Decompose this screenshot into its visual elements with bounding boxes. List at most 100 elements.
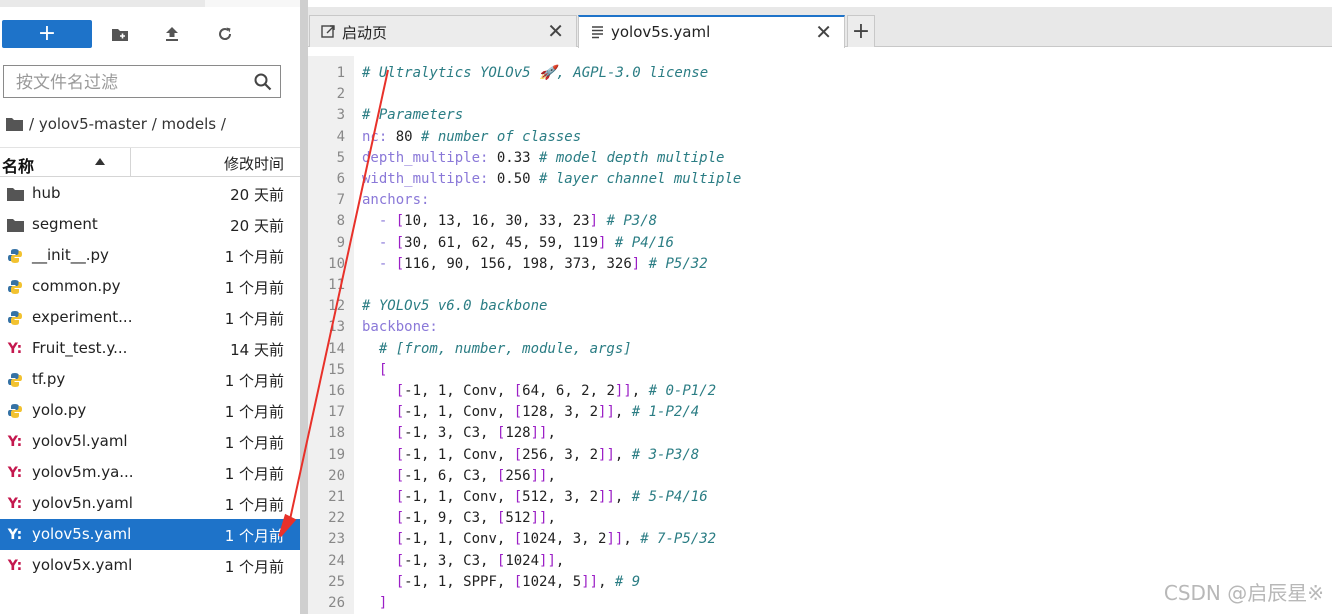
- file-row-yolo-py[interactable]: yolo.py 1 个月前: [0, 395, 300, 426]
- new-folder-button[interactable]: [106, 20, 134, 48]
- file-row-yolov5n-yaml[interactable]: Y: yolov5n.yaml 1 个月前: [0, 488, 300, 519]
- file-name: __init__.py: [32, 246, 109, 264]
- code-line[interactable]: 4 nc: 80 # number of classes: [308, 127, 1332, 148]
- code-line[interactable]: 9 - [30, 61, 62, 45, 59, 119] # P4/16: [308, 233, 1332, 254]
- code-text: [-1, 1, SPPF, [1024, 5]], # 9: [395, 573, 641, 590]
- code-line[interactable]: 6 width_multiple: 0.50 # layer channel mu…: [308, 169, 1332, 190]
- add-tab-button[interactable]: +: [847, 15, 875, 47]
- code-line[interactable]: 24 [-1, 3, C3, [1024]],: [308, 551, 1332, 572]
- file-filter-box: [3, 65, 281, 98]
- line-number: 12: [328, 298, 345, 315]
- code-line[interactable]: 14 # [from, number, module, args]: [308, 339, 1332, 360]
- code-text: [-1, 3, C3, [128]],: [395, 425, 556, 442]
- code-text: [-1, 1, Conv, [128, 3, 2]], # 1-P2/4: [395, 404, 700, 421]
- file-row-hub[interactable]: hub 20 天前: [0, 178, 300, 209]
- code-text: [-1, 1, Conv, [512, 3, 2]], # 5-P4/16: [395, 489, 708, 505]
- code-line[interactable]: 3 # Parameters: [308, 105, 1332, 126]
- code-line[interactable]: 18 [-1, 3, C3, [128]],: [308, 423, 1332, 444]
- file-row-yolov5s-yaml-selected[interactable]: Y: yolov5s.yaml 1 个月前: [0, 519, 300, 550]
- file-row-common-py[interactable]: common.py 1 个月前: [0, 271, 300, 302]
- file-modified: 20 天前: [230, 186, 284, 204]
- folder-icon: [6, 185, 24, 202]
- code-editor[interactable]: 1 # Ultralytics YOLOv5 🚀, AGPL-3.0 licens…: [308, 56, 1332, 614]
- line-number: 19: [328, 446, 345, 463]
- yaml-icon: Y:: [7, 557, 23, 574]
- file-row-tf-py[interactable]: tf.py 1 个月前: [0, 364, 300, 395]
- code-line[interactable]: 7 anchors:: [308, 190, 1332, 211]
- close-icon[interactable]: ✕: [815, 22, 832, 42]
- breadcrumb[interactable]: / yolov5-master / models /: [6, 113, 226, 135]
- editor-panel: 启动页 ✕ yolov5s.yaml ✕ + 1 # Ultralytics YO…: [308, 0, 1332, 614]
- line-number: 18: [328, 425, 345, 442]
- file-name: Fruit_test.y...: [32, 339, 128, 357]
- code-line[interactable]: 12 # YOLOv5 v6.0 backbone: [308, 296, 1332, 317]
- search-icon[interactable]: [254, 73, 272, 91]
- line-number: 11: [328, 277, 345, 293]
- code-text: # [from, number, module, args]: [378, 340, 632, 357]
- file-row-fruit-test-yaml[interactable]: Y: Fruit_test.y... 14 天前: [0, 333, 300, 364]
- file-name: yolov5x.yaml: [32, 556, 133, 574]
- code-text: ]: [378, 595, 388, 611]
- code-line[interactable]: 1 # Ultralytics YOLOv5 🚀, AGPL-3.0 licens…: [308, 63, 1332, 84]
- watermark: CSDN @启辰星※: [1163, 581, 1324, 605]
- code-line[interactable]: 15 [: [308, 360, 1332, 381]
- line-number: 9: [336, 234, 345, 251]
- refresh-button[interactable]: [211, 20, 239, 48]
- line-number: 13: [328, 319, 345, 336]
- code-text: [-1, 9, C3, [512]],: [395, 510, 556, 527]
- line-number: 16: [328, 383, 345, 399]
- file-filter-input[interactable]: [14, 70, 248, 96]
- code-line[interactable]: 23 [-1, 1, Conv, [1024, 3, 2]], # 7-P5/3…: [308, 529, 1332, 550]
- close-icon[interactable]: ✕: [547, 21, 564, 41]
- file-modified: 1 个月前: [224, 372, 284, 390]
- code-line[interactable]: 5 depth_multiple: 0.33 # model depth mult…: [308, 148, 1332, 169]
- tab-yolov5s-yaml[interactable]: yolov5s.yaml ✕: [578, 15, 845, 48]
- code-line[interactable]: 16 [-1, 1, Conv, [64, 6, 2, 2]], # 0-P1/…: [308, 381, 1332, 402]
- new-launcher-button[interactable]: +: [2, 20, 92, 48]
- file-name: hub: [32, 184, 61, 202]
- column-divider[interactable]: [130, 148, 131, 177]
- file-row-yolov5x-yaml[interactable]: Y: yolov5x.yaml 1 个月前: [0, 550, 300, 581]
- column-modified-header[interactable]: 修改时间: [224, 153, 284, 174]
- file-row-init-py[interactable]: __init__.py 1 个月前: [0, 240, 300, 271]
- plus-icon: +: [851, 19, 871, 44]
- upload-button[interactable]: [158, 20, 186, 48]
- code-line[interactable]: 10 - [116, 90, 156, 198, 373, 326] # P5/…: [308, 254, 1332, 275]
- tab-launcher[interactable]: 启动页 ✕: [309, 15, 577, 47]
- code-line[interactable]: 2: [308, 84, 1332, 105]
- code-line[interactable]: 19 [-1, 1, Conv, [256, 3, 2]], # 3-P3/8: [308, 445, 1332, 466]
- file-row-yolov5m-yaml[interactable]: Y: yolov5m.ya... 1 个月前: [0, 457, 300, 488]
- line-number: 24: [328, 552, 345, 569]
- code-line[interactable]: 22 [-1, 9, C3, [512]],: [308, 508, 1332, 529]
- file-name: yolo.py: [32, 401, 87, 419]
- refresh-icon: [219, 27, 232, 40]
- code-line[interactable]: 17 [-1, 1, Conv, [128, 3, 2]], # 1-P2/4: [308, 402, 1332, 423]
- sort-ascending-icon[interactable]: [95, 158, 105, 165]
- yaml-icon: Y:: [7, 464, 23, 481]
- line-number: 5: [336, 149, 345, 166]
- line-number: 21: [328, 489, 345, 505]
- line-number: 23: [328, 531, 345, 548]
- code-text: backbone:: [362, 319, 438, 336]
- file-modified: 1 个月前: [224, 434, 284, 452]
- code-text: - [30, 61, 62, 45, 59, 119] # P4/16: [378, 234, 674, 251]
- code-text: [-1, 1, Conv, [1024, 3, 2]], # 7-P5/32: [395, 531, 717, 548]
- new-launcher-label: +: [37, 21, 57, 46]
- tab-label: yolov5s.yaml: [611, 23, 711, 41]
- breadcrumb-path[interactable]: / yolov5-master / models /: [29, 115, 226, 133]
- file-modified: 1 个月前: [224, 403, 284, 421]
- line-number: 22: [328, 510, 345, 527]
- file-row-yolov5l-yaml[interactable]: Y: yolov5l.yaml 1 个月前: [0, 426, 300, 457]
- file-list-header: 名称 修改时间: [0, 147, 300, 177]
- file-row-experimental-py[interactable]: experiment... 1 个月前: [0, 302, 300, 333]
- code-text: depth_multiple: 0.33 # model depth multi…: [362, 149, 725, 166]
- code-line[interactable]: 13 backbone:: [308, 317, 1332, 338]
- code-line[interactable]: 20 [-1, 6, C3, [256]],: [308, 466, 1332, 487]
- column-name-header[interactable]: 名称: [2, 153, 34, 177]
- code-line[interactable]: 11: [308, 275, 1332, 296]
- code-line[interactable]: 21 [-1, 1, Conv, [512, 3, 2]], # 5-P4/16: [308, 487, 1332, 508]
- panel-splitter[interactable]: [300, 0, 308, 614]
- file-row-segment[interactable]: segment 20 天前: [0, 209, 300, 240]
- code-line[interactable]: 8 - [10, 13, 16, 30, 33, 23] # P3/8: [308, 211, 1332, 232]
- left-top-strip-segment: [205, 0, 300, 7]
